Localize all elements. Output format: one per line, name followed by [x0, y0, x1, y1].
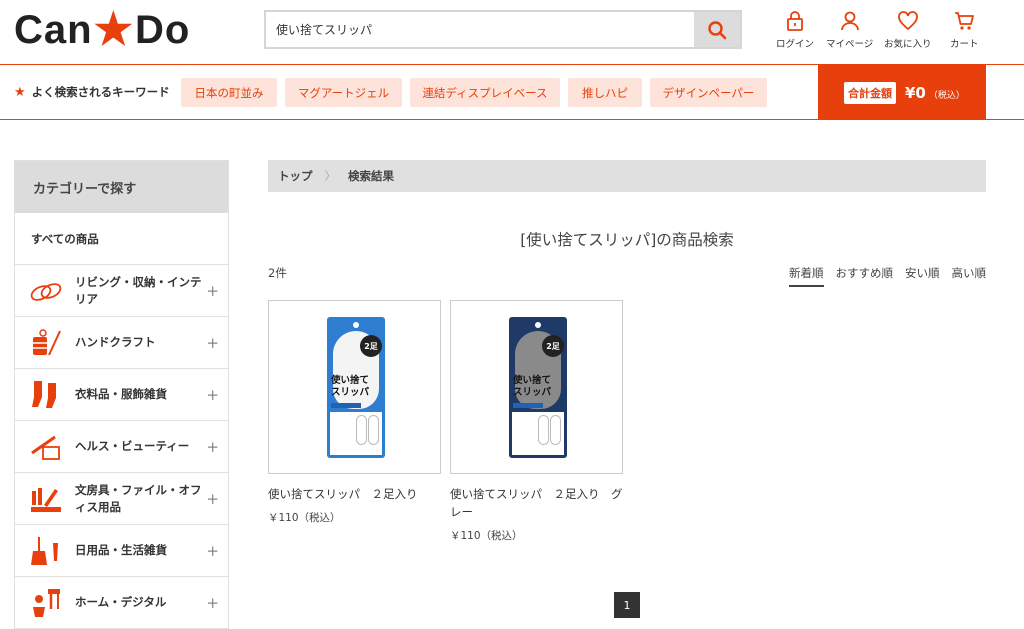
sidebar-item-home-digital[interactable]: ホーム・デジタル + — [15, 577, 228, 629]
logo-text-do: Do — [135, 7, 191, 52]
total-value: ¥0 — [905, 83, 926, 102]
cart-icon — [955, 12, 975, 30]
breadcrumb-current: 検索結果 — [348, 169, 394, 183]
keyword-chip[interactable]: 連結ディスプレイベース — [410, 78, 560, 107]
keyword-chip[interactable]: 日本の町並み — [181, 78, 277, 107]
sort-newest[interactable]: 新着順 — [789, 265, 824, 287]
tools-plant-icon — [33, 589, 60, 617]
brush-mirror-icon — [31, 435, 60, 460]
sidebar-item-label: 衣料品・服飾雑貨 — [75, 387, 167, 401]
pack-text: 使い捨て スリッパ — [331, 375, 370, 398]
pack-text: 使い捨て スリッパ — [513, 375, 552, 398]
slippers-icon — [30, 283, 62, 301]
sewing-icon — [33, 329, 61, 356]
keyword-bar: ★ よく検索されるキーワード 日本の町並み マグアートジェル 連結ディスプレイベ… — [0, 64, 1024, 120]
total-label: 合計金額 — [844, 81, 896, 104]
keyword-chip[interactable]: マグアートジェル — [285, 78, 402, 107]
sidebar-item-label: リビング・収納・インテリア — [75, 274, 202, 306]
search-input[interactable] — [266, 12, 696, 47]
category-sidebar: カテゴリーで探す すべての商品 リビング・収納・インテリア + ハンドクラフト … — [14, 160, 229, 629]
total-tax-note: （税込） — [928, 91, 965, 101]
product-name[interactable]: 使い捨てスリッパ ２足入り — [268, 485, 441, 503]
expand-icon[interactable]: + — [206, 386, 219, 404]
product-price: ￥110（税込） — [450, 530, 523, 542]
favorites-label: お気に入り — [884, 39, 932, 50]
slipper-package-gray: 2足 使い捨て スリッパ — [509, 317, 567, 458]
product-price: ￥110（税込） — [268, 512, 341, 524]
broom-icon — [31, 537, 58, 565]
cart-link[interactable]: カート — [950, 10, 979, 50]
login-label: ログイン — [776, 39, 815, 50]
cando-logo[interactable]: Can ★ Do — [14, 8, 190, 52]
sort-options: 新着順 おすすめ順 安い順 高い順 — [777, 265, 986, 287]
sidebar-item-stationery[interactable]: 文房具・ファイル・オフィス用品 + — [15, 473, 228, 525]
sidebar-item-daily-goods[interactable]: 日用品・生活雑貨 + — [15, 525, 228, 577]
mypage-label: マイページ — [826, 39, 874, 50]
page-title: [使い捨てスリッパ]の商品検索 — [520, 231, 734, 249]
sidebar-title: カテゴリーで探す — [15, 161, 228, 213]
site-header: Can★Do ログイン マイページ お気に入り カート — [0, 0, 1024, 64]
lock-icon — [787, 11, 803, 31]
breadcrumb-separator: 〉 — [324, 169, 337, 183]
sort-recommended[interactable]: おすすめ順 — [836, 265, 894, 287]
sidebar-item-label: 日用品・生活雑貨 — [75, 543, 167, 557]
search-icon — [708, 20, 727, 39]
sidebar-item-all-products[interactable]: すべての商品 — [15, 213, 228, 265]
sidebar-item-health-beauty[interactable]: ヘルス・ビューティー + — [15, 421, 228, 473]
expand-icon[interactable]: + — [206, 282, 219, 300]
expand-icon[interactable]: + — [206, 334, 219, 352]
result-count: 2件 — [268, 266, 287, 280]
keyword-chip[interactable]: 推しハピ — [568, 78, 642, 107]
slipper-package-white: 2足 使い捨て スリッパ — [327, 317, 385, 458]
socks-icon — [32, 381, 56, 408]
pagination-page-1[interactable]: 1 — [614, 592, 640, 618]
favorites-link[interactable]: お気に入り — [884, 10, 932, 50]
breadcrumb-home-link[interactable]: トップ — [278, 168, 313, 184]
mypage-link[interactable]: マイページ — [826, 10, 873, 50]
sidebar-item-clothing[interactable]: 衣料品・服飾雑貨 + — [15, 369, 228, 421]
cart-label: カート — [950, 39, 979, 50]
product-card[interactable]: 2足 使い捨て スリッパ 使い捨てスリッパ ２足入り グレー ￥110（税込） — [450, 300, 623, 543]
sidebar-item-handcraft[interactable]: ハンドクラフト + — [15, 317, 228, 369]
heart-icon — [897, 11, 918, 31]
expand-icon[interactable]: + — [206, 438, 219, 456]
star-icon: ★ — [14, 84, 26, 100]
sidebar-item-label: ホーム・デジタル — [75, 595, 167, 609]
login-link[interactable]: ログイン — [776, 10, 814, 50]
product-image[interactable]: 2足 使い捨て スリッパ — [450, 300, 623, 474]
product-name[interactable]: 使い捨てスリッパ ２足入り グレー — [450, 485, 623, 521]
cart-total-panel[interactable]: 合計金額 ¥0 （税込） — [818, 65, 986, 120]
sort-price-low[interactable]: 安い順 — [905, 265, 940, 287]
popular-keywords-heading: ★ よく検索されるキーワード — [14, 65, 170, 119]
logo-star-icon: ★ — [93, 5, 135, 54]
sort-price-high[interactable]: 高い順 — [952, 265, 987, 287]
expand-icon[interactable]: + — [206, 490, 219, 508]
expand-icon[interactable]: + — [206, 542, 219, 560]
product-image[interactable]: 2足 使い捨て スリッパ — [268, 300, 441, 474]
search-box — [264, 10, 742, 49]
pack-badge: 2足 — [542, 335, 564, 357]
popular-keywords-label: よく検索されるキーワード — [31, 85, 170, 99]
sidebar-item-living[interactable]: リビング・収納・インテリア + — [15, 265, 228, 317]
sidebar-item-label: ハンドクラフト — [75, 335, 156, 349]
pack-badge: 2足 — [360, 335, 382, 357]
logo-text-can: Can — [14, 7, 93, 52]
search-button[interactable] — [694, 12, 740, 47]
keyword-chip[interactable]: デザインペーパー — [650, 78, 767, 107]
sidebar-item-label: ヘルス・ビューティー — [75, 439, 190, 453]
user-icon — [840, 11, 859, 31]
sidebar-item-label: 文房具・ファイル・オフィス用品 — [75, 482, 202, 514]
product-card[interactable]: 2足 使い捨て スリッパ 使い捨てスリッパ ２足入り ￥110（税込） — [268, 300, 441, 525]
breadcrumb: トップ 〉 検索結果 — [268, 160, 986, 192]
expand-icon[interactable]: + — [206, 594, 219, 612]
stationery-icon — [31, 488, 61, 512]
